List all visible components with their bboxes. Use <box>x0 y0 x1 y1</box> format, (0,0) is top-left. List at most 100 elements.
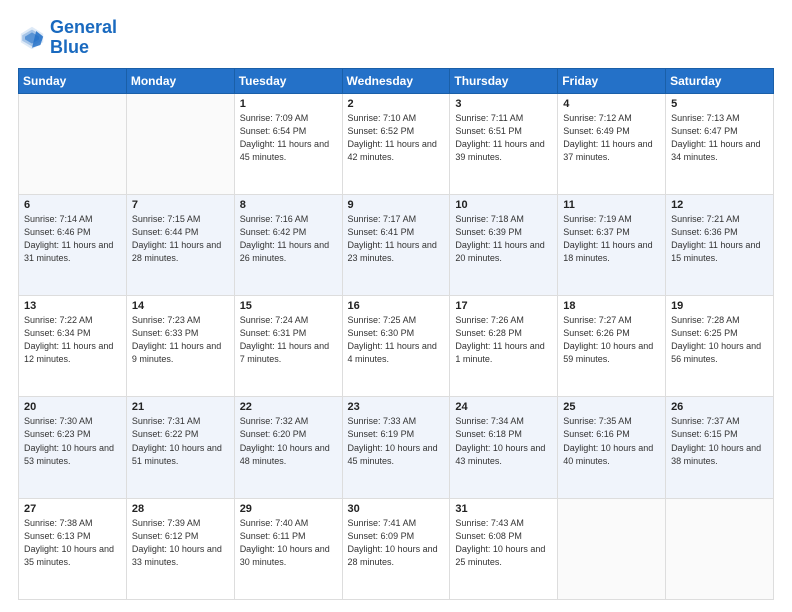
calendar-cell: 23 Sunrise: 7:33 AMSunset: 6:19 PMDayligh… <box>342 397 450 498</box>
calendar-cell: 15 Sunrise: 7:24 AMSunset: 6:31 PMDayligh… <box>234 296 342 397</box>
day-number: 11 <box>563 199 660 211</box>
day-number: 12 <box>671 199 768 211</box>
cell-info: Sunrise: 7:25 AMSunset: 6:30 PMDaylight:… <box>348 314 445 366</box>
calendar-header-row: SundayMondayTuesdayWednesdayThursdayFrid… <box>19 68 774 93</box>
calendar-cell: 26 Sunrise: 7:37 AMSunset: 6:15 PMDayligh… <box>666 397 774 498</box>
day-number: 13 <box>24 300 121 312</box>
calendar-cell: 22Sunrise: 7:32 AMSunset: 6:20 PMDayligh… <box>234 397 342 498</box>
cell-info: Sunrise: 7:39 AMSunset: 6:12 PMDaylight:… <box>132 517 229 569</box>
cell-info: Sunrise: 7:12 AMSunset: 6:49 PMDaylight:… <box>563 112 660 164</box>
calendar-week-row: 20 Sunrise: 7:30 AMSunset: 6:23 PMDayligh… <box>19 397 774 498</box>
cell-info: Sunrise: 7:26 AMSunset: 6:28 PMDaylight:… <box>455 314 552 366</box>
cell-info: Sunrise: 7:22 AMSunset: 6:34 PMDaylight:… <box>24 314 121 366</box>
cell-info: Sunrise: 7:40 AMSunset: 6:11 PMDaylight:… <box>240 517 337 569</box>
cell-info: Sunrise: 7:43 AMSunset: 6:08 PMDaylight:… <box>455 517 552 569</box>
calendar-cell: 13 Sunrise: 7:22 AMSunset: 6:34 PMDayligh… <box>19 296 127 397</box>
cell-info: Sunrise: 7:23 AMSunset: 6:33 PMDaylight:… <box>132 314 229 366</box>
day-number: 29 <box>240 503 337 515</box>
cell-info: Sunrise: 7:19 AMSunset: 6:37 PMDaylight:… <box>563 213 660 265</box>
weekday-header: Friday <box>558 68 666 93</box>
weekday-header: Thursday <box>450 68 558 93</box>
calendar-cell: 24Sunrise: 7:34 AMSunset: 6:18 PMDayligh… <box>450 397 558 498</box>
day-number: 5 <box>671 98 768 110</box>
day-number: 7 <box>132 199 229 211</box>
day-number: 30 <box>348 503 445 515</box>
cell-info: Sunrise: 7:16 AMSunset: 6:42 PMDaylight:… <box>240 213 337 265</box>
calendar-cell <box>558 498 666 599</box>
calendar-cell: 10 Sunrise: 7:18 AMSunset: 6:39 PMDayligh… <box>450 194 558 295</box>
cell-info: Sunrise: 7:33 AMSunset: 6:19 PMDaylight:… <box>348 415 445 467</box>
cell-info: Sunrise: 7:27 AMSunset: 6:26 PMDaylight:… <box>563 314 660 366</box>
day-number: 26 <box>671 401 768 413</box>
day-number: 28 <box>132 503 229 515</box>
page: General Blue SundayMondayTuesdayWednesda… <box>0 0 792 612</box>
cell-info: Sunrise: 7:38 AMSunset: 6:13 PMDaylight:… <box>24 517 121 569</box>
cell-info: Sunrise: 7:18 AMSunset: 6:39 PMDaylight:… <box>455 213 552 265</box>
cell-info: Sunrise: 7:11 AMSunset: 6:51 PMDaylight:… <box>455 112 552 164</box>
cell-info: Sunrise: 7:15 AMSunset: 6:44 PMDaylight:… <box>132 213 229 265</box>
calendar-cell: 7 Sunrise: 7:15 AMSunset: 6:44 PMDaylight… <box>126 194 234 295</box>
cell-info: Sunrise: 7:30 AMSunset: 6:23 PMDaylight:… <box>24 415 121 467</box>
calendar-cell: 19 Sunrise: 7:28 AMSunset: 6:25 PMDayligh… <box>666 296 774 397</box>
day-number: 24 <box>455 401 552 413</box>
cell-info: Sunrise: 7:32 AMSunset: 6:20 PMDaylight:… <box>240 415 337 467</box>
logo-text: General Blue <box>50 18 117 58</box>
day-number: 10 <box>455 199 552 211</box>
logo: General Blue <box>18 18 117 58</box>
day-number: 9 <box>348 199 445 211</box>
day-number: 31 <box>455 503 552 515</box>
calendar-week-row: 27 Sunrise: 7:38 AMSunset: 6:13 PMDayligh… <box>19 498 774 599</box>
logo-icon <box>18 24 46 52</box>
weekday-header: Tuesday <box>234 68 342 93</box>
cell-info: Sunrise: 7:41 AMSunset: 6:09 PMDaylight:… <box>348 517 445 569</box>
calendar-cell: 27 Sunrise: 7:38 AMSunset: 6:13 PMDayligh… <box>19 498 127 599</box>
calendar-cell: 11 Sunrise: 7:19 AMSunset: 6:37 PMDayligh… <box>558 194 666 295</box>
cell-info: Sunrise: 7:21 AMSunset: 6:36 PMDaylight:… <box>671 213 768 265</box>
calendar-cell <box>666 498 774 599</box>
calendar-cell: 1 Sunrise: 7:09 AMSunset: 6:54 PMDaylight… <box>234 93 342 194</box>
cell-info: Sunrise: 7:37 AMSunset: 6:15 PMDaylight:… <box>671 415 768 467</box>
calendar-cell <box>19 93 127 194</box>
calendar-week-row: 1 Sunrise: 7:09 AMSunset: 6:54 PMDaylight… <box>19 93 774 194</box>
day-number: 4 <box>563 98 660 110</box>
day-number: 23 <box>348 401 445 413</box>
calendar-cell: 28 Sunrise: 7:39 AMSunset: 6:12 PMDayligh… <box>126 498 234 599</box>
cell-info: Sunrise: 7:35 AMSunset: 6:16 PMDaylight:… <box>563 415 660 467</box>
day-number: 20 <box>24 401 121 413</box>
calendar-cell: 29 Sunrise: 7:40 AMSunset: 6:11 PMDayligh… <box>234 498 342 599</box>
calendar-cell: 2 Sunrise: 7:10 AMSunset: 6:52 PMDaylight… <box>342 93 450 194</box>
cell-info: Sunrise: 7:10 AMSunset: 6:52 PMDaylight:… <box>348 112 445 164</box>
day-number: 2 <box>348 98 445 110</box>
day-number: 1 <box>240 98 337 110</box>
calendar-cell <box>126 93 234 194</box>
calendar-table: SundayMondayTuesdayWednesdayThursdayFrid… <box>18 68 774 600</box>
day-number: 18 <box>563 300 660 312</box>
day-number: 17 <box>455 300 552 312</box>
calendar-cell: 25Sunrise: 7:35 AMSunset: 6:16 PMDayligh… <box>558 397 666 498</box>
weekday-header: Saturday <box>666 68 774 93</box>
cell-info: Sunrise: 7:09 AMSunset: 6:54 PMDaylight:… <box>240 112 337 164</box>
calendar-cell: 5 Sunrise: 7:13 AMSunset: 6:47 PMDaylight… <box>666 93 774 194</box>
header: General Blue <box>18 18 774 58</box>
day-number: 3 <box>455 98 552 110</box>
day-number: 27 <box>24 503 121 515</box>
calendar-cell: 30 Sunrise: 7:41 AMSunset: 6:09 PMDayligh… <box>342 498 450 599</box>
calendar-cell: 18 Sunrise: 7:27 AMSunset: 6:26 PMDayligh… <box>558 296 666 397</box>
day-number: 15 <box>240 300 337 312</box>
weekday-header: Wednesday <box>342 68 450 93</box>
calendar-cell: 17 Sunrise: 7:26 AMSunset: 6:28 PMDayligh… <box>450 296 558 397</box>
calendar-cell: 9 Sunrise: 7:17 AMSunset: 6:41 PMDaylight… <box>342 194 450 295</box>
cell-info: Sunrise: 7:17 AMSunset: 6:41 PMDaylight:… <box>348 213 445 265</box>
calendar-cell: 21Sunrise: 7:31 AMSunset: 6:22 PMDayligh… <box>126 397 234 498</box>
cell-info: Sunrise: 7:13 AMSunset: 6:47 PMDaylight:… <box>671 112 768 164</box>
day-number: 19 <box>671 300 768 312</box>
day-number: 16 <box>348 300 445 312</box>
calendar-cell: 31 Sunrise: 7:43 AMSunset: 6:08 PMDayligh… <box>450 498 558 599</box>
day-number: 6 <box>24 199 121 211</box>
calendar-cell: 8Sunrise: 7:16 AMSunset: 6:42 PMDaylight… <box>234 194 342 295</box>
cell-info: Sunrise: 7:28 AMSunset: 6:25 PMDaylight:… <box>671 314 768 366</box>
calendar-cell: 3 Sunrise: 7:11 AMSunset: 6:51 PMDaylight… <box>450 93 558 194</box>
weekday-header: Monday <box>126 68 234 93</box>
day-number: 14 <box>132 300 229 312</box>
cell-info: Sunrise: 7:24 AMSunset: 6:31 PMDaylight:… <box>240 314 337 366</box>
